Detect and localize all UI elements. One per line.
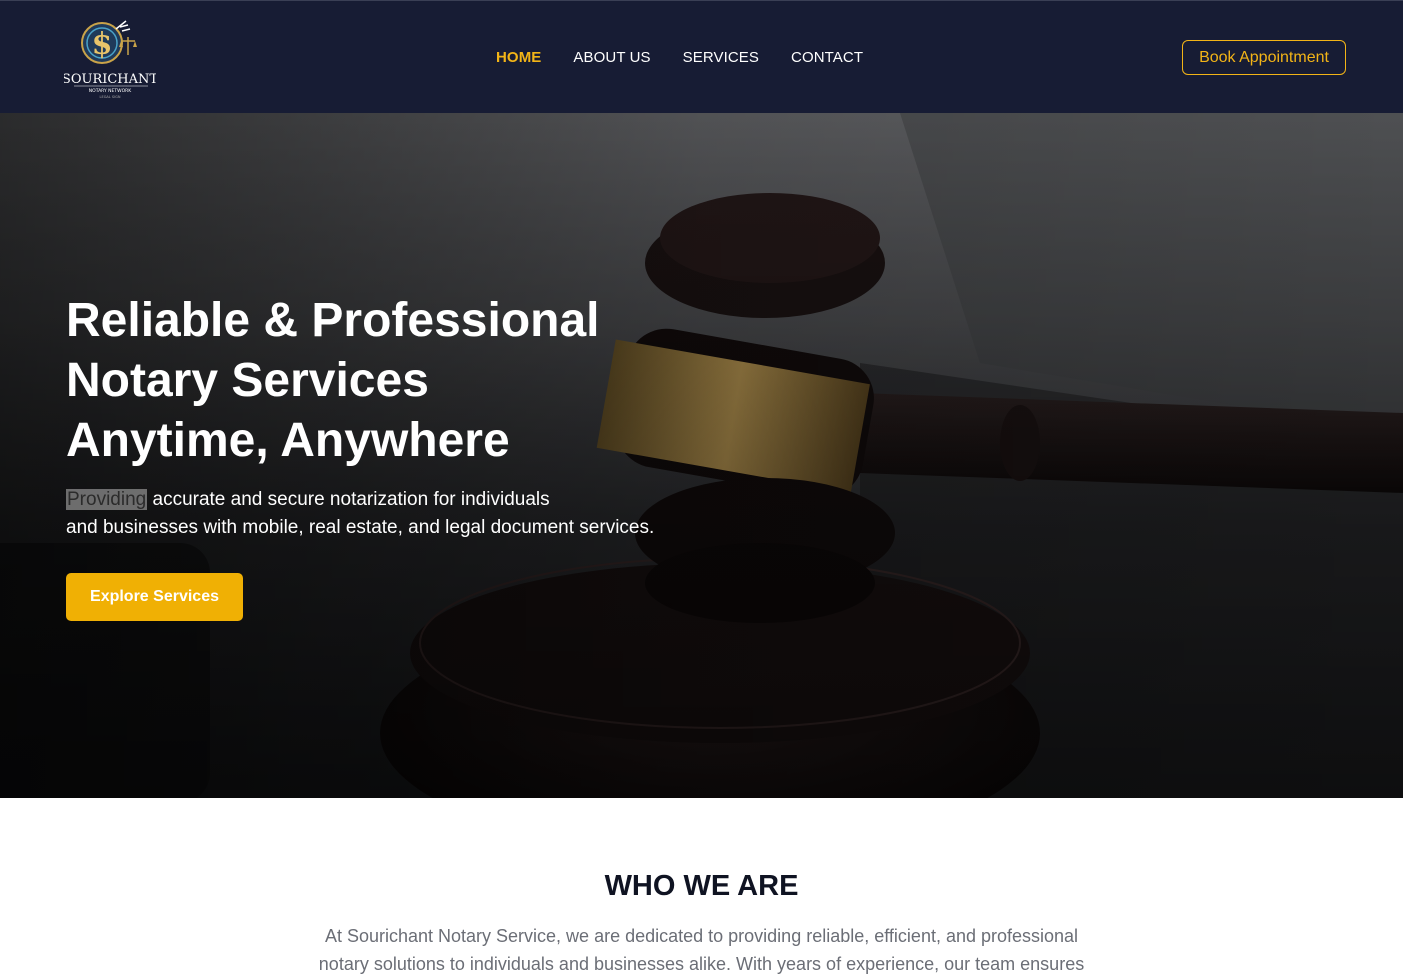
who-we-are-text: At Sourichant Notary Service, we are ded… xyxy=(0,922,1403,976)
hero-subtitle-line-1-rest: accurate and secure notarization for ind… xyxy=(147,489,550,510)
who-we-are-heading: WHO WE ARE xyxy=(604,870,799,902)
hero-subtitle: Providing accurate and secure notarizati… xyxy=(66,486,726,542)
hero-title-line-3: Anytime, Anywhere xyxy=(66,414,510,467)
svg-text:$: $ xyxy=(92,27,113,62)
dollar-scales-seal-icon: $ SOURICHANT NOTARY NETWORK LEGAL SIGN xyxy=(62,20,158,99)
hero-subtitle-line-2: and businesses with mobile, real estate,… xyxy=(66,517,655,538)
hero-title: Reliable & Professional Notary Services … xyxy=(66,291,706,471)
hero-section: Reliable & Professional Notary Services … xyxy=(0,113,1403,798)
selected-text-highlight: Providing xyxy=(66,489,148,510)
explore-services-button[interactable]: Explore Services xyxy=(66,573,243,621)
brand-tagline: NOTARY NETWORK xyxy=(89,88,132,94)
who-text-line-1: At Sourichant Notary Service, we are ded… xyxy=(324,926,1079,946)
hero-title-line-1: Reliable & Professional xyxy=(66,294,600,347)
brand-name: SOURICHANT xyxy=(64,72,156,87)
nav-contact[interactable]: CONTACT xyxy=(791,49,863,66)
main-nav: HOME ABOUT US SERVICES CONTACT xyxy=(496,49,863,66)
who-text-line-2: notary solutions to individuals and busi… xyxy=(318,954,1085,974)
brand-logo[interactable]: $ SOURICHANT NOTARY NETWORK LEGAL SIGN xyxy=(62,15,158,101)
hero-subtitle-line-1: Providing accurate and secure notarizati… xyxy=(66,486,726,514)
nav-home[interactable]: HOME xyxy=(496,49,541,66)
site-header: $ SOURICHANT NOTARY NETWORK LEGAL SIGN H… xyxy=(0,0,1403,113)
brand-small-text: LEGAL SIGN xyxy=(100,95,121,99)
hero-title-line-2: Notary Services xyxy=(66,354,429,407)
nav-about-us[interactable]: ABOUT US xyxy=(573,49,650,66)
nav-services[interactable]: SERVICES xyxy=(683,49,759,66)
book-appointment-button[interactable]: Book Appointment xyxy=(1182,40,1346,75)
